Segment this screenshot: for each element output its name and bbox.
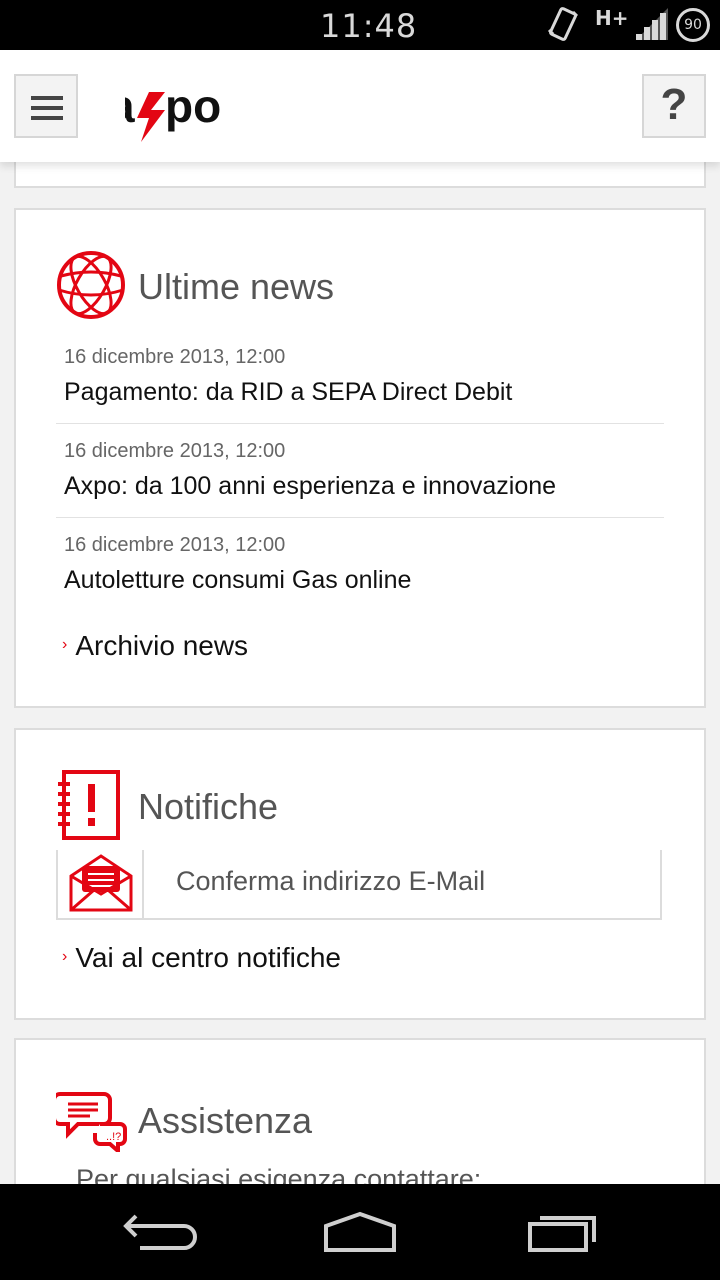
news-card: Ultime news 16 dicembre 2013, 12:00 Paga…: [14, 208, 706, 708]
notification-item[interactable]: Conferma indirizzo E-Mail: [56, 850, 662, 920]
news-date: 16 dicembre 2013, 12:00: [64, 440, 286, 462]
signal-icon: [634, 6, 670, 47]
assistance-text: Per qualsiasi esigenza contattare:: [76, 1164, 482, 1184]
hamburger-menu-icon-bar: [31, 116, 63, 120]
menu-button[interactable]: [14, 74, 78, 138]
news-date: 16 dicembre 2013, 12:00: [64, 534, 286, 556]
status-time: 11:48: [320, 7, 418, 45]
hamburger-menu-icon-bar: [31, 106, 63, 110]
notification-center-label: Vai al centro notifiche: [75, 942, 341, 973]
home-icon: [324, 1211, 396, 1252]
axpo-logo: a po: [105, 80, 245, 150]
news-date: 16 dicembre 2013, 12:00: [64, 346, 286, 368]
news-headline: Autoletture consumi Gas online: [64, 566, 412, 594]
help-button[interactable]: ?: [642, 74, 706, 138]
news-item[interactable]: 16 dicembre 2013, 12:00 Autoletture cons…: [56, 528, 664, 612]
news-title: Ultime news: [138, 266, 335, 307]
notifications-card: Notifiche Conferma indirizzo E-Mail › Vai…: [14, 728, 706, 1020]
back-button[interactable]: [100, 1202, 220, 1262]
archive-news-link[interactable]: › Archivio news: [62, 630, 248, 662]
battery-icon: 90: [676, 8, 710, 42]
chevron-right-icon: ›: [62, 636, 68, 653]
assistance-card: ..!? Assistenza Per qualsiasi esigenza c…: [14, 1038, 706, 1184]
chat-bubble-glyph: ..!?: [106, 1131, 121, 1143]
axpo-logo-mark: a po: [125, 80, 221, 142]
logo-po: po: [165, 80, 221, 132]
archive-news-label: Archivio news: [75, 630, 249, 661]
chat-bubbles-icon: ..!?: [52, 1088, 128, 1157]
app-header: a po ?: [0, 50, 720, 162]
status-bar: 11:48 H+ 90: [0, 0, 720, 50]
previous-card: [14, 162, 706, 188]
home-button[interactable]: [300, 1202, 420, 1262]
notification-icon-cell: [58, 850, 144, 918]
notification-text: Conferma indirizzo E-Mail: [176, 866, 486, 896]
news-item[interactable]: 16 dicembre 2013, 12:00 Axpo: da 100 ann…: [56, 434, 664, 518]
assistance-title: Assistenza: [138, 1100, 313, 1141]
hamburger-menu-icon: [31, 96, 63, 100]
envelope-icon: [68, 852, 134, 919]
news-item[interactable]: 16 dicembre 2013, 12:00 Pagamento: da RI…: [56, 340, 664, 424]
news-headline: Axpo: da 100 anni esperienza e innovazio…: [64, 472, 557, 500]
news-headline: Pagamento: da RID a SEPA Direct Debit: [64, 378, 513, 406]
assistance-header: ..!? Assistenza: [52, 1084, 676, 1157]
notification-center-link[interactable]: › Vai al centro notifiche: [62, 942, 341, 974]
chevron-right-icon: ›: [62, 948, 68, 965]
notifications-title: Notifiche: [138, 786, 279, 827]
news-header: Ultime news: [56, 250, 676, 320]
network-type: H+: [595, 6, 629, 30]
globe-icon: [56, 250, 126, 325]
logo-a: a: [125, 80, 135, 132]
navigation-bar: [0, 1184, 720, 1280]
recent-apps-icon: [528, 1216, 596, 1252]
vibrate-icon: [546, 6, 580, 49]
recent-apps-button[interactable]: [500, 1202, 620, 1262]
notification-alert-icon: [56, 770, 122, 847]
main-content: Ultime news 16 dicembre 2013, 12:00 Paga…: [0, 162, 720, 1184]
back-icon: [123, 1214, 197, 1250]
notifications-header: Notifiche: [56, 770, 676, 840]
